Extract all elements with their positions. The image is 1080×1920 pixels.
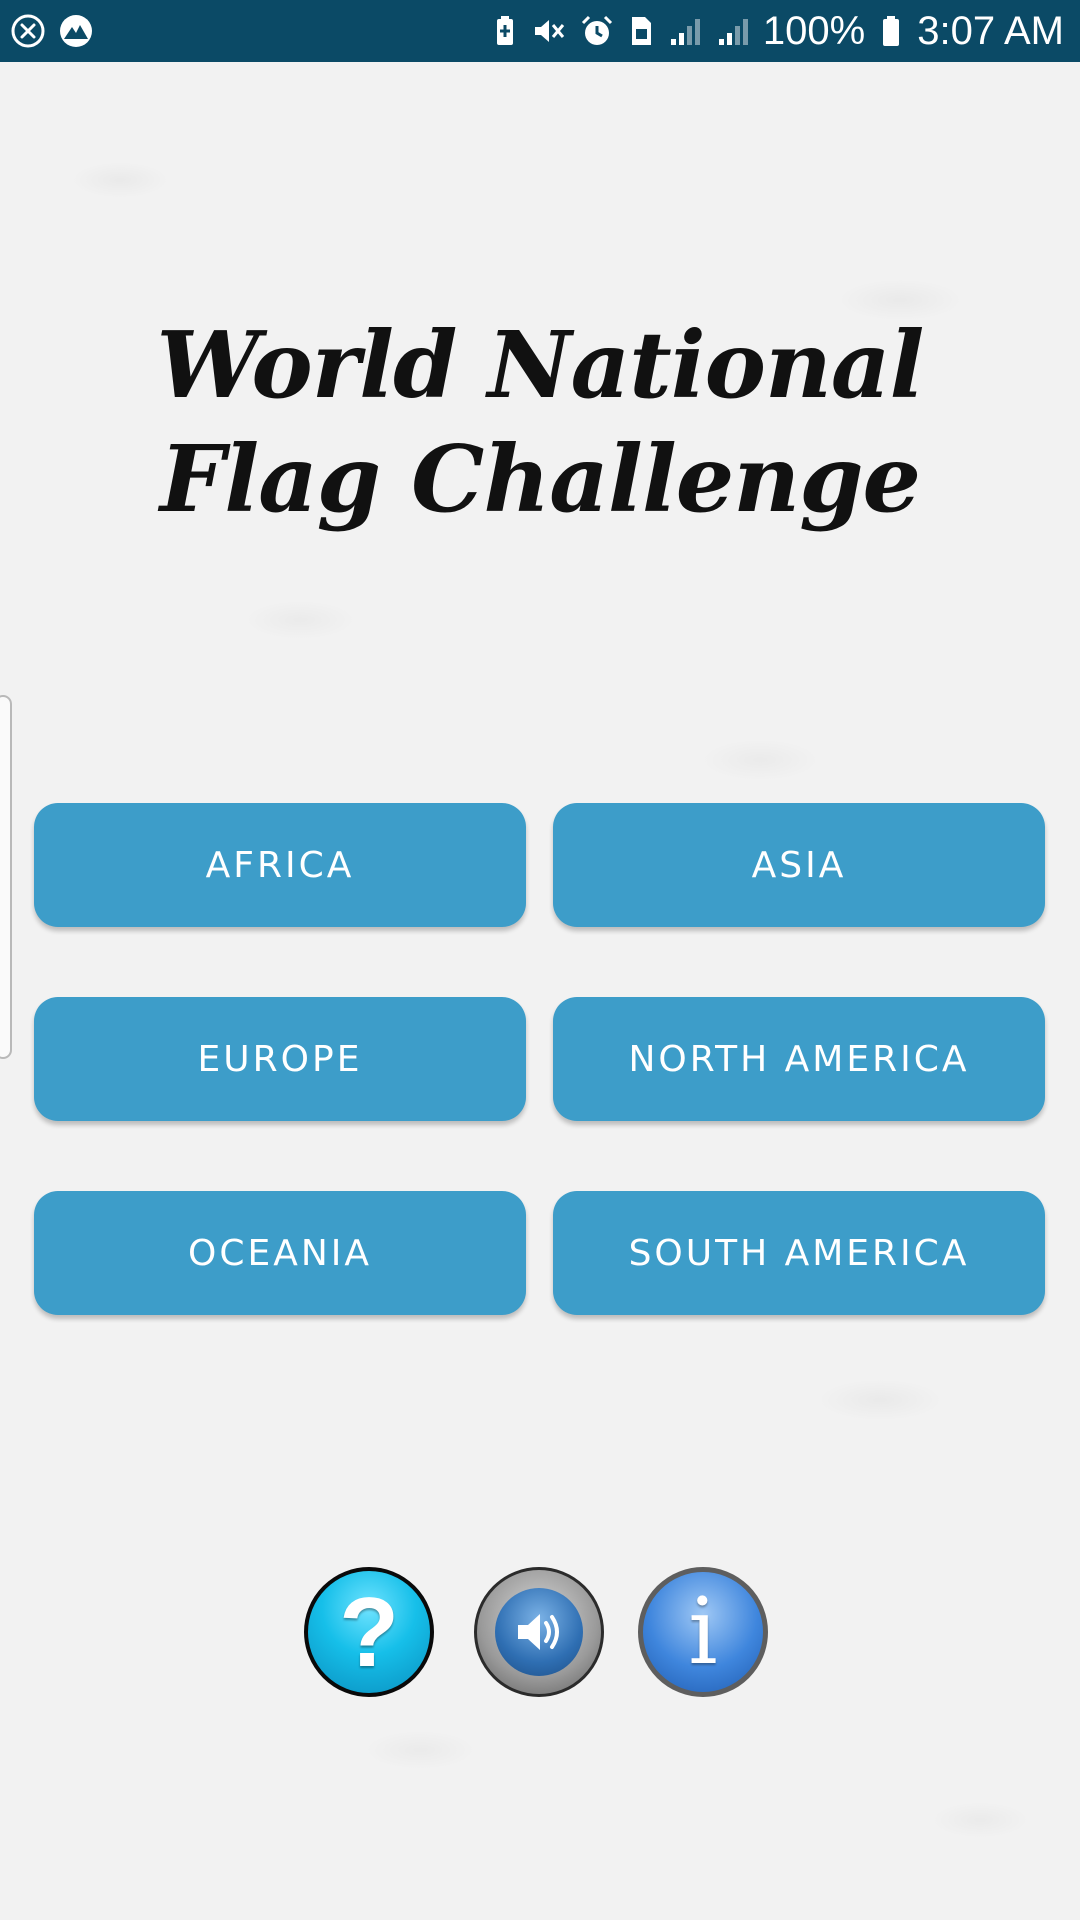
question-mark-icon: ? <box>339 1577 399 1687</box>
edge-panel-handle[interactable] <box>0 695 12 1059</box>
speaker-icon <box>495 1588 583 1676</box>
clock: 3:07 AM <box>917 8 1064 53</box>
help-button[interactable]: ? <box>304 1567 434 1697</box>
info-button[interactable]: i <box>638 1567 768 1697</box>
close-circle-icon <box>10 13 46 49</box>
sound-toggle-button[interactable] <box>474 1567 604 1697</box>
battery-percent: 100% <box>762 8 866 53</box>
page-title: World National Flag Challenge <box>156 311 925 533</box>
status-bar: 100% 3:07 AM <box>0 0 1080 62</box>
south-america-button[interactable]: SOUTH AMERICA <box>553 1191 1045 1315</box>
africa-button[interactable]: AFRICA <box>34 803 526 927</box>
north-america-button[interactable]: NORTH AMERICA <box>553 997 1045 1121</box>
mountain-app-icon <box>58 13 94 49</box>
status-bar-right: 100% 3:07 AM <box>491 9 1064 54</box>
sim-icon <box>627 15 655 47</box>
europe-button[interactable]: EUROPE <box>34 997 526 1121</box>
signal-2-icon <box>715 13 751 49</box>
signal-icon <box>667 13 703 49</box>
alarm-icon <box>579 13 615 49</box>
battery-icon <box>877 15 905 47</box>
oceania-button[interactable]: OCEANIA <box>34 1191 526 1315</box>
info-icon: i <box>688 1578 718 1685</box>
asia-button[interactable]: ASIA <box>553 803 1045 927</box>
battery-saver-icon <box>491 15 519 47</box>
status-bar-left <box>10 13 94 49</box>
mute-icon <box>531 13 567 49</box>
